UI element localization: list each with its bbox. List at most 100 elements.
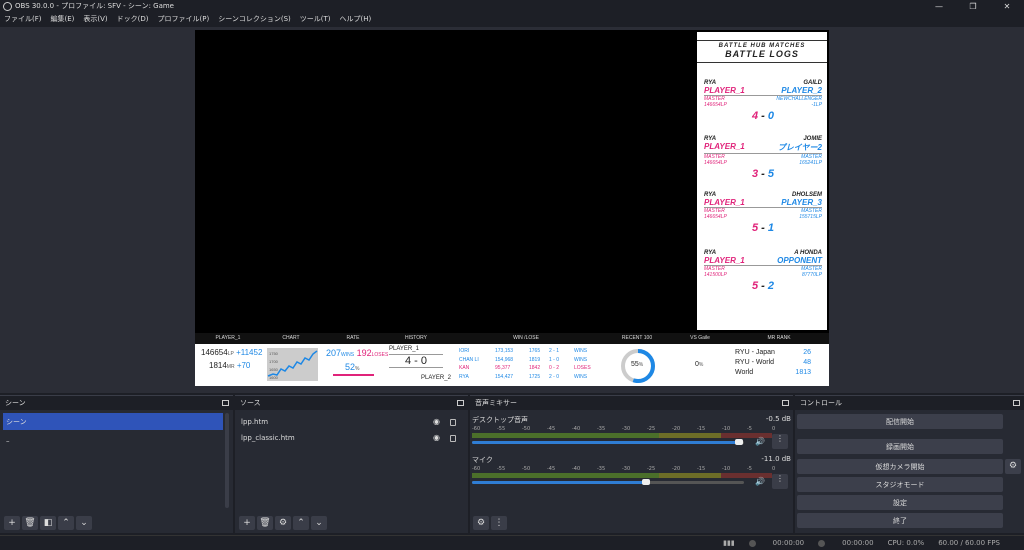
db-tick-label: -10 — [722, 426, 731, 432]
chevron-down-icon[interactable]: ⌄ — [76, 516, 92, 530]
exit-button[interactable]: 終了 — [797, 513, 1003, 528]
wl-row: IORI 173,153 1765 2 - 1 WINS — [459, 348, 588, 354]
menu-file[interactable]: ファイル(F) — [4, 14, 42, 24]
player-right: プレイヤー2 — [777, 143, 822, 152]
more-icon[interactable]: ⋮ — [772, 434, 788, 449]
speaker-icon[interactable]: 🔊 — [755, 477, 765, 486]
lock-icon[interactable] — [450, 419, 456, 426]
wl-row: RYA 154,427 1725 2 - 0 WINS — [459, 373, 588, 380]
scrollbar[interactable] — [225, 413, 229, 508]
chart-tick: 1700 — [269, 359, 279, 364]
volume-slider[interactable] — [472, 439, 744, 445]
db-tick-label: -30 — [622, 426, 631, 432]
menu-view[interactable]: 表示(V) — [83, 14, 107, 24]
battle-logs-overlay: BATTLE HUB MATCHES BATTLE LOGS RYA GAILD … — [697, 32, 827, 330]
studio-mode-button[interactable]: スタジオモード — [797, 477, 1003, 492]
db-tick-label: -40 — [572, 426, 581, 432]
close-button[interactable]: ✕ — [990, 2, 1024, 11]
win-lose-list: IORI 173,153 1765 2 - 1 WINS CHAN LI 154,968 1… — [459, 347, 609, 381]
float-icon[interactable] — [782, 400, 789, 406]
chevron-up-icon[interactable]: ⌃ — [293, 516, 309, 530]
match-card: RYA A HONDA PLAYER_1 OPPONENT MASTER MASTER… — [704, 250, 822, 305]
minimize-button[interactable]: — — [922, 2, 956, 11]
chevron-down-icon[interactable]: ⌄ — [311, 516, 327, 530]
header-vs: VS Gaile — [690, 335, 710, 341]
program-canvas[interactable]: BATTLE HUB MATCHES BATTLE LOGS RYA GAILD … — [195, 30, 829, 386]
menu-docks[interactable]: ドック(D) — [117, 14, 149, 24]
rank-row: World 1813 — [735, 369, 811, 376]
sources-title: ソース — [240, 399, 261, 407]
match-card: RYA DHOLSEM PLAYER_1 PLAYER_3 MASTER MASTER… — [704, 192, 822, 247]
mixer-settings-icon[interactable]: ⚙ — [473, 516, 489, 530]
start-recording-button[interactable]: 録画開始 — [797, 439, 1003, 454]
header-player: PLAYER_1 — [215, 335, 241, 341]
scenes-dock: シーン シーン – + 🗑 ◧ ⌃ ⌄ — [0, 395, 233, 533]
speaker-icon[interactable]: 🔊 — [755, 437, 765, 446]
source-name: lpp_classic.htm — [241, 433, 295, 442]
add-icon[interactable]: + — [4, 516, 20, 530]
db-ticks: -60 -55 -50 -45 -40 -35 -30 -25 -20 -15 -10 -5 0 — [472, 426, 792, 432]
float-icon[interactable] — [222, 400, 229, 406]
lp-left: 146654LP — [704, 214, 727, 220]
menu-tools[interactable]: ツール(T) — [300, 14, 331, 24]
scene-item[interactable]: – — [3, 432, 223, 449]
more-icon[interactable]: ⋮ — [772, 474, 788, 489]
db-tick-label: -45 — [547, 426, 556, 432]
stats-header: PLAYER_1 CHART RATE HISTORY WIN /LOSE RE… — [195, 333, 829, 344]
db-tick-label: -10 — [722, 466, 731, 472]
start-streaming-button[interactable]: 配信開始 — [797, 414, 1003, 429]
gear-icon[interactable]: ⚙ — [275, 516, 291, 530]
chart-tick: 1750 — [269, 351, 279, 356]
db-tick-label: -5 — [747, 426, 752, 432]
player-left: PLAYER_1 — [704, 142, 745, 151]
settings-button[interactable]: 設定 — [797, 495, 1003, 510]
volume-slider[interactable] — [472, 479, 744, 485]
controls-title: コントロール — [800, 399, 842, 407]
lp-left: 146654LP — [704, 102, 727, 108]
start-virtual-camera-button[interactable]: 仮想カメラ開始 — [797, 459, 1003, 474]
chevron-up-icon[interactable]: ⌃ — [58, 516, 74, 530]
source-item[interactable]: lpp.htm — [238, 414, 462, 429]
db-ticks: -60 -55 -50 -45 -40 -35 -30 -25 -20 -15 -10 -5 0 — [472, 466, 792, 472]
win-rate: 52% — [345, 362, 360, 372]
header-rate: RATE — [346, 335, 360, 341]
match-score: 5 - 1 — [751, 222, 775, 234]
logs-title: BATTLE LOGS — [697, 49, 827, 63]
gear-icon[interactable]: ⚙ — [1005, 459, 1021, 474]
float-icon[interactable] — [1013, 400, 1020, 406]
maximize-button[interactable]: ❐ — [956, 2, 990, 11]
db-tick-label: -20 — [672, 466, 681, 472]
filter-icon[interactable]: ◧ — [40, 516, 56, 530]
eye-icon[interactable]: ◉ — [433, 417, 440, 426]
menu-edit[interactable]: 編集(E) — [51, 14, 75, 24]
rank-row: RYU - World 48 — [735, 359, 811, 366]
add-icon[interactable]: + — [239, 516, 255, 530]
channel-db: -0.5 dB — [765, 415, 791, 423]
menu-help[interactable]: ヘルプ(H) — [340, 14, 372, 24]
source-name: lpp.htm — [241, 417, 269, 426]
player-left: PLAYER_1 — [704, 256, 745, 265]
scene-item[interactable]: シーン — [3, 413, 223, 430]
menu-scene-collection[interactable]: シーンコレクション(S) — [218, 14, 291, 24]
menu-profile[interactable]: プロファイル(P) — [158, 14, 210, 24]
match-card: RYA JOMIE PLAYER_1 プレイヤー2 MASTER MASTER 146… — [704, 136, 822, 191]
header-recent: RECENT 100 — [621, 335, 653, 341]
lock-icon[interactable] — [450, 435, 456, 442]
trash-icon[interactable]: 🗑 — [257, 516, 273, 530]
dock-area: シーン シーン – + 🗑 ◧ ⌃ ⌄ ソース + 🗑 ⚙ ⌃ ⌄ lpp.ht… — [0, 395, 1024, 533]
player-right: PLAYER_2 — [781, 86, 822, 95]
header-mr-rank: MR RANK — [767, 335, 791, 341]
history-p1: PLAYER_1 — [389, 346, 419, 352]
volume-knob[interactable] — [642, 479, 651, 485]
volume-knob[interactable] — [734, 439, 743, 445]
signal-icon: ▮▮▮ — [723, 539, 735, 547]
volume-fill — [472, 481, 647, 484]
stats-overlay: PLAYER_1 CHART RATE HISTORY WIN /LOSE RE… — [195, 333, 829, 386]
record-status-icon — [818, 539, 826, 547]
float-icon[interactable] — [457, 400, 464, 406]
trash-icon[interactable]: 🗑 — [22, 516, 38, 530]
eye-icon[interactable]: ◉ — [433, 433, 440, 442]
source-item[interactable]: lpp_classic.htm — [238, 430, 462, 445]
vs-value: 0% — [695, 361, 704, 368]
more-icon[interactable]: ⋮ — [491, 516, 507, 530]
